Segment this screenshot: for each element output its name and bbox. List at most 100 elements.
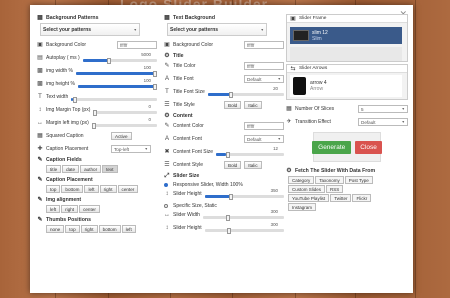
font-size-icon: T <box>165 89 169 95</box>
pin-icon: ✎ <box>37 197 43 203</box>
title-bold-button[interactable]: Bold <box>224 101 242 109</box>
content-font-size-slider[interactable]: 12 <box>216 146 284 158</box>
chevron-down-icon: ▼ <box>401 107 405 111</box>
caption-placement-select[interactable]: Top-left ▼ <box>111 145 151 153</box>
caption-left-button[interactable]: left <box>84 185 99 193</box>
color-icon: ✎ <box>164 63 170 69</box>
caption-field-title-button[interactable]: title <box>46 165 62 173</box>
specific-size-radio[interactable] <box>164 203 168 208</box>
width-icon: ↔ <box>164 212 170 218</box>
caption-field-date-button[interactable]: date <box>62 165 80 173</box>
fetch-taxonomy-button[interactable]: Taxonomy <box>315 176 344 184</box>
align-left-button[interactable]: left <box>46 205 61 213</box>
frame-sub: Slim <box>312 35 322 42</box>
squared-icon: ▦ <box>37 133 43 139</box>
slider-handle[interactable] <box>228 194 233 200</box>
action-panel: Generate Close <box>312 132 382 162</box>
slider-handle[interactable] <box>225 152 230 158</box>
slider-handle[interactable] <box>91 123 96 129</box>
title-italic-button[interactable]: Italic <box>244 101 262 109</box>
content-bold-button[interactable]: Bold <box>224 161 242 169</box>
autoplay-icon: ▤ <box>37 55 43 61</box>
title-color-input[interactable]: ffffff <box>244 62 284 70</box>
slider-handle[interactable] <box>227 228 232 234</box>
chevron-down-icon: ▼ <box>260 27 264 32</box>
frame-option-selected[interactable]: slim 12 Slim <box>290 27 402 44</box>
chevron-down-icon: ▼ <box>401 120 405 124</box>
caption-field-text-button[interactable]: text <box>102 165 118 173</box>
content-font-select[interactable]: Default ▼ <box>244 135 284 143</box>
style-icon: ☰ <box>164 162 170 168</box>
background-patterns-select[interactable]: Select your patterns ▼ <box>40 23 140 36</box>
slider-handle[interactable] <box>229 92 234 98</box>
text-width-slider[interactable] <box>71 92 157 103</box>
slider-handle[interactable] <box>226 215 231 221</box>
arrow-option-selected[interactable]: arrow 4 Arrow <box>290 75 402 97</box>
grid-icon: ▦ <box>164 15 170 21</box>
text-background-color-input[interactable]: ffffff <box>244 41 284 49</box>
pin-icon: ✎ <box>37 177 43 183</box>
autoplay-slider[interactable]: 5000 <box>82 52 157 64</box>
title-font-select[interactable]: Default ▼ <box>244 75 284 83</box>
generate-button[interactable]: Generate <box>312 140 352 154</box>
slider-handle[interactable] <box>153 84 157 90</box>
slider-handle[interactable] <box>153 71 157 77</box>
caption-field-author-button[interactable]: author <box>80 165 102 173</box>
fetch-flickr-button[interactable]: Flickr <box>352 194 372 202</box>
settings-icon: ⚙ <box>164 53 170 59</box>
slider-height-static-slider[interactable]: 300 <box>204 222 284 234</box>
chevron-down-icon: ▼ <box>277 137 281 141</box>
image-icon: ▩ <box>37 81 43 87</box>
pin-icon: ✎ <box>37 217 43 223</box>
img-margin-top-slider[interactable]: 0 <box>93 104 157 116</box>
fetch-post-type-button[interactable]: Post Type <box>344 176 373 184</box>
frame-thumbnail <box>293 30 309 41</box>
img-alignment-buttons: left right center <box>46 205 157 213</box>
number-of-slices-select[interactable]: 5 ▼ <box>358 105 408 113</box>
thumbs-none-button[interactable]: none <box>46 225 65 233</box>
column-text: ▦ Text Background Select your patterns ▼ ▣… <box>164 12 284 236</box>
transition-effect-select[interactable]: Default ▼ <box>358 118 408 126</box>
color-icon: ✎ <box>164 123 170 129</box>
slider-height-responsive-slider[interactable]: 350 <box>204 188 284 200</box>
arrow-sub: Arrow <box>310 86 324 92</box>
thumbs-bottom-button[interactable]: bottom <box>98 225 121 233</box>
slider-handle[interactable] <box>107 58 112 64</box>
fetch-icon: ⚙ <box>286 168 292 174</box>
content-italic-button[interactable]: Italic <box>244 161 262 169</box>
fetch-twitter-button[interactable]: Twitter <box>330 194 352 202</box>
fetch-rss-button[interactable]: RSS <box>326 185 344 193</box>
caption-bottom-button[interactable]: bottom <box>61 185 84 193</box>
align-center-button[interactable]: center <box>79 205 100 213</box>
caption-right-button[interactable]: right <box>99 185 117 193</box>
caption-top-button[interactable]: top <box>46 185 61 193</box>
height-icon: ↕ <box>165 191 169 197</box>
responsive-radio[interactable] <box>164 182 168 187</box>
text-background-select[interactable]: Select your patterns ▼ <box>167 23 267 36</box>
background-color-input[interactable]: ffffff <box>117 41 157 49</box>
caption-icon: ✚ <box>37 146 43 152</box>
close-button[interactable]: Close <box>355 140 382 154</box>
fetch-youtube-playlist-button[interactable]: YouTube Playlist <box>288 194 330 202</box>
img-width-slider[interactable]: 100 <box>75 65 157 77</box>
margin-left-slider[interactable]: 0 <box>91 117 157 129</box>
align-right-button[interactable]: right <box>61 205 79 213</box>
frame-option[interactable] <box>290 47 402 61</box>
thumbs-left-button[interactable]: left <box>121 225 136 233</box>
squared-caption-active-button[interactable]: Active <box>111 132 132 140</box>
slider-width-slider[interactable]: 300 <box>202 209 284 221</box>
slices-icon: ▦ <box>286 106 292 112</box>
slider-handle[interactable] <box>93 110 98 116</box>
fetch-custom-slides-button[interactable]: Custom Slides <box>288 185 326 193</box>
caption-fields-buttons: title date author text <box>46 165 157 173</box>
img-height-slider[interactable]: 100 <box>77 78 157 90</box>
thumbs-top-button[interactable]: top <box>65 225 80 233</box>
fetch-category-button[interactable]: Category <box>288 176 315 184</box>
content-color-input[interactable]: ffffff <box>244 122 284 130</box>
margin-left-icon: ↔ <box>37 120 43 126</box>
thumbs-right-button[interactable]: right <box>80 225 98 233</box>
title-font-size-slider[interactable]: 20 <box>207 86 284 98</box>
fetch-instagram-button[interactable]: Instagram <box>288 203 317 211</box>
slider-handle[interactable] <box>72 97 77 103</box>
caption-center-button[interactable]: center <box>117 185 139 193</box>
